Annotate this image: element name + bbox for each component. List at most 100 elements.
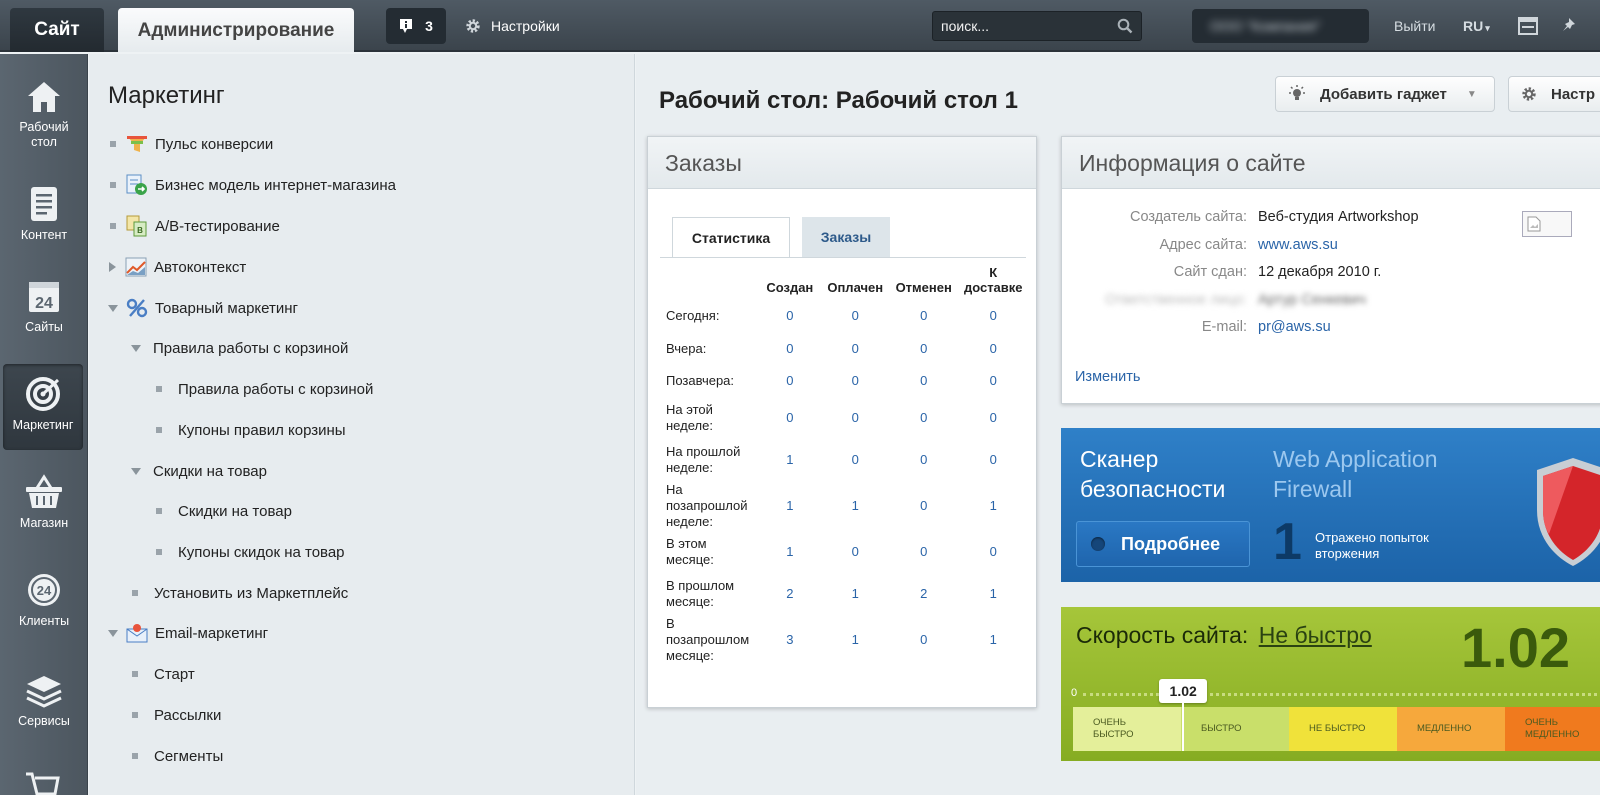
order-count-link[interactable]: 0 bbox=[958, 299, 1028, 333]
order-count-link[interactable]: 0 bbox=[758, 397, 821, 439]
menu-item-conversion-pulse[interactable]: Пульс конверсии bbox=[110, 134, 273, 154]
speed-zone: НЕ БЫСТРО bbox=[1289, 707, 1397, 751]
menu-item-mailings[interactable]: Рассылки bbox=[132, 705, 221, 725]
menu-item-autocontext[interactable]: Автоконтекст bbox=[109, 257, 246, 277]
order-count-link[interactable]: 1 bbox=[958, 481, 1028, 531]
order-count-link[interactable]: 1 bbox=[958, 573, 1028, 615]
order-count-link[interactable]: 0 bbox=[958, 531, 1028, 573]
menu-item-product-discounts[interactable]: Скидки на товар bbox=[156, 501, 292, 521]
site-info-gadget-title[interactable]: Информация о сайте bbox=[1062, 137, 1600, 189]
business-model-icon bbox=[126, 174, 147, 195]
order-count-link[interactable]: 1 bbox=[758, 481, 821, 531]
info-value: Веб-студия Artworkshop bbox=[1258, 209, 1419, 225]
order-count-link[interactable]: 1 bbox=[822, 573, 889, 615]
edit-link[interactable]: Изменить bbox=[1075, 369, 1140, 385]
menu-item-marketplace[interactable]: Установить из Маркетплейс bbox=[132, 583, 348, 603]
order-count-link[interactable]: 0 bbox=[758, 365, 821, 397]
tab-orders[interactable]: Заказы bbox=[802, 217, 890, 257]
order-count-link[interactable]: 1 bbox=[822, 615, 889, 665]
collapse-arrow-icon[interactable] bbox=[131, 344, 141, 352]
add-gadget-button[interactable]: Добавить гаджет ▼ bbox=[1275, 76, 1495, 112]
order-count-link[interactable]: 0 bbox=[889, 365, 959, 397]
pin-icon[interactable] bbox=[1561, 17, 1577, 35]
nav-item-content[interactable]: Контент bbox=[0, 186, 88, 243]
order-count-link[interactable]: 0 bbox=[889, 615, 959, 665]
speed-status-link[interactable]: Не быстро bbox=[1259, 622, 1372, 648]
orders-table-row: На этой неделе: 0 0 0 0 bbox=[660, 397, 1028, 439]
collapse-arrow-icon[interactable] bbox=[108, 629, 118, 637]
order-count-link[interactable]: 0 bbox=[889, 481, 959, 531]
order-count-link[interactable]: 0 bbox=[958, 439, 1028, 481]
order-count-link[interactable]: 2 bbox=[758, 573, 821, 615]
order-count-link[interactable]: 0 bbox=[822, 299, 889, 333]
user-menu[interactable]: ООО "Компания" bbox=[1192, 9, 1369, 43]
nav-item-shop[interactable]: Магазин bbox=[0, 474, 88, 531]
collapse-arrow-icon[interactable] bbox=[108, 304, 118, 312]
order-count-link[interactable]: 0 bbox=[822, 365, 889, 397]
gear-icon bbox=[1522, 87, 1536, 101]
orders-table-row: На прошлой неделе: 1 0 0 0 bbox=[660, 439, 1028, 481]
order-count-link[interactable]: 1 bbox=[758, 531, 821, 573]
settings-link[interactable]: Настройки bbox=[465, 14, 560, 38]
top-bar: Сайт Администрирование 3 Настройки ООО "… bbox=[0, 0, 1600, 52]
order-count-link[interactable]: 0 bbox=[958, 397, 1028, 439]
nav-item-sites[interactable]: 24 Сайты bbox=[0, 278, 88, 335]
period-label: В этом месяце: bbox=[666, 536, 714, 567]
language-selector[interactable]: RU ▾ bbox=[1463, 18, 1490, 34]
order-count-link[interactable]: 1 bbox=[758, 439, 821, 481]
menu-item-product-discounts-group[interactable]: Скидки на товар bbox=[131, 461, 267, 481]
menu-item-segments[interactable]: Сегменты bbox=[132, 746, 223, 766]
nav-item-services[interactable]: Сервисы bbox=[0, 674, 88, 729]
menu-item-ab-testing[interactable]: B А/В-тестирование bbox=[110, 215, 280, 237]
order-count-link[interactable]: 1 bbox=[958, 615, 1028, 665]
collapse-arrow-icon[interactable] bbox=[131, 467, 141, 475]
window-icon[interactable] bbox=[1518, 17, 1538, 35]
order-count-link[interactable]: 1 bbox=[822, 481, 889, 531]
chevron-down-icon: ▾ bbox=[1485, 23, 1490, 33]
order-count-link[interactable]: 0 bbox=[758, 333, 821, 365]
menu-item-cart-rules[interactable]: Правила работы с корзиной bbox=[156, 379, 373, 399]
search-icon[interactable] bbox=[1117, 18, 1133, 34]
order-count-link[interactable]: 3 bbox=[758, 615, 821, 665]
order-count-link[interactable]: 0 bbox=[822, 333, 889, 365]
details-button[interactable]: Подробнее bbox=[1076, 521, 1250, 567]
order-count-link[interactable]: 0 bbox=[958, 365, 1028, 397]
site-tab[interactable]: Сайт bbox=[10, 8, 104, 52]
logout-link[interactable]: Выйти bbox=[1394, 18, 1435, 34]
admin-tab[interactable]: Администрирование bbox=[118, 8, 354, 52]
search-input[interactable] bbox=[933, 12, 1113, 40]
cart-icon[interactable] bbox=[24, 770, 60, 795]
order-count-link[interactable]: 0 bbox=[889, 531, 959, 573]
nav-item-clients[interactable]: 24 Клиенты bbox=[0, 572, 88, 629]
order-count-link[interactable]: 0 bbox=[758, 299, 821, 333]
order-count-link[interactable]: 2 bbox=[889, 573, 959, 615]
menu-item-product-marketing[interactable]: Товарный маркетинг bbox=[108, 298, 298, 318]
target-icon bbox=[26, 377, 60, 411]
order-count-link[interactable]: 0 bbox=[889, 439, 959, 481]
orders-table-row: Вчера: 0 0 0 0 bbox=[660, 333, 1028, 365]
expand-arrow-icon[interactable] bbox=[109, 262, 116, 272]
order-count-link[interactable]: 0 bbox=[822, 439, 889, 481]
tab-statistics[interactable]: Статистика bbox=[672, 217, 790, 257]
orders-gadget-title[interactable]: Заказы bbox=[648, 137, 1036, 189]
order-count-link[interactable]: 0 bbox=[822, 397, 889, 439]
menu-item-email-marketing[interactable]: Email-маркетинг bbox=[108, 623, 268, 643]
menu-item-cart-rule-coupons[interactable]: Купоны правил корзины bbox=[156, 420, 346, 440]
menu-item-start[interactable]: Старт bbox=[132, 664, 195, 684]
menu-item-cart-rules-group[interactable]: Правила работы с корзиной bbox=[131, 338, 348, 358]
notifications-button[interactable]: 3 bbox=[386, 8, 446, 44]
menu-item-business-model[interactable]: Бизнес модель интернет-магазина bbox=[110, 174, 396, 195]
order-count-link[interactable]: 0 bbox=[889, 397, 959, 439]
order-count-link[interactable]: 0 bbox=[958, 333, 1028, 365]
order-count-link[interactable]: 0 bbox=[889, 299, 959, 333]
menu-item-discount-coupons[interactable]: Купоны скидок на товар bbox=[156, 542, 345, 562]
desktop-settings-button[interactable]: Настр bbox=[1508, 76, 1600, 112]
order-count-link[interactable]: 0 bbox=[889, 333, 959, 365]
nav-item-marketing[interactable]: Маркетинг bbox=[3, 364, 83, 450]
nav-item-desktop[interactable]: Рабочий стол bbox=[0, 80, 88, 150]
email-link[interactable]: pr@aws.su bbox=[1258, 319, 1331, 335]
marketing-menu: Маркетинг Пульс конверсии Бизнес модель … bbox=[89, 54, 635, 795]
site-speed-gadget: Скорость сайта: Не быстро 1.02 0 ОЧЕНЬ Б… bbox=[1061, 607, 1600, 761]
site-address-link[interactable]: www.aws.su bbox=[1258, 237, 1338, 253]
order-count-link[interactable]: 0 bbox=[822, 531, 889, 573]
